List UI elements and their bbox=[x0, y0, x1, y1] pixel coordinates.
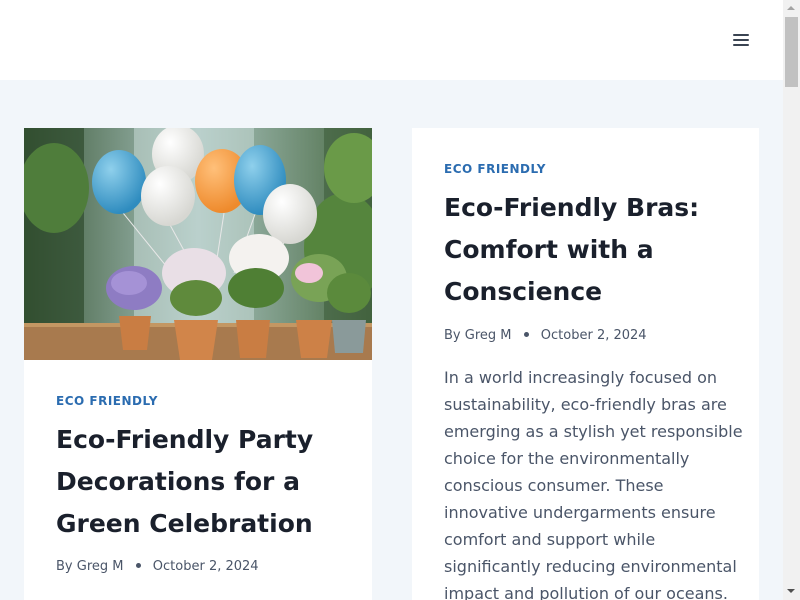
post-thumbnail-image[interactable] bbox=[24, 128, 372, 360]
post-title-line: Eco-Friendly Bras: bbox=[444, 193, 700, 222]
post-title-line: Decorations for a bbox=[56, 467, 300, 496]
post-card: ECO FRIENDLY Eco-Friendly Bras: Comfort … bbox=[412, 128, 759, 600]
post-title-line: Green Celebration bbox=[56, 509, 313, 538]
scroll-up-arrow-icon[interactable] bbox=[783, 0, 800, 17]
post-title-link[interactable]: Eco-Friendly Party Decorations for a Gre… bbox=[56, 419, 356, 545]
author-link[interactable]: Greg M bbox=[77, 559, 124, 574]
hamburger-menu-icon[interactable] bbox=[728, 28, 754, 54]
meta-separator-dot bbox=[523, 332, 529, 337]
vertical-scrollbar[interactable] bbox=[783, 0, 800, 600]
meta-separator-dot bbox=[135, 563, 141, 568]
menu-bar-line bbox=[733, 34, 749, 36]
excerpt-line: comfort and support while bbox=[444, 530, 656, 549]
excerpt-line: In a world increasingly focused on bbox=[444, 368, 718, 387]
post-date: October 2, 2024 bbox=[540, 328, 647, 343]
author-prefix: By bbox=[56, 559, 73, 574]
post-card: ECO FRIENDLY Eco-Friendly Party Decorati… bbox=[24, 128, 372, 600]
post-meta: By Greg M October 2, 2024 bbox=[56, 559, 259, 574]
post-title-link[interactable]: Eco-Friendly Bras: Comfort with a Consci… bbox=[444, 187, 744, 313]
scroll-down-arrow-icon[interactable] bbox=[783, 583, 800, 600]
post-title-line: Comfort with a bbox=[444, 235, 654, 264]
author-prefix: By bbox=[444, 328, 461, 343]
excerpt-line: conscious consumer. These bbox=[444, 476, 664, 495]
balloons-and-potted-flowers-photo bbox=[24, 128, 372, 360]
scrollbar-thumb[interactable] bbox=[785, 17, 798, 87]
post-title-line: Conscience bbox=[444, 277, 603, 306]
excerpt-line: significantly reducing environmental bbox=[444, 557, 737, 576]
excerpt-line: choice for the environmentally bbox=[444, 449, 690, 468]
excerpt-line: innovative undergarments ensure bbox=[444, 503, 716, 522]
excerpt-line: impact and pollution of our oceans. bbox=[444, 584, 728, 600]
post-title-line: Eco-Friendly Party bbox=[56, 425, 314, 454]
excerpt-line: emerging as a stylish yet responsible bbox=[444, 422, 743, 441]
post-meta: By Greg M October 2, 2024 bbox=[444, 328, 647, 343]
post-date: October 2, 2024 bbox=[152, 559, 259, 574]
post-category-link[interactable]: ECO FRIENDLY bbox=[56, 394, 158, 408]
post-category-link[interactable]: ECO FRIENDLY bbox=[444, 162, 546, 176]
site-header bbox=[0, 0, 783, 80]
post-excerpt: In a world increasingly focused on susta… bbox=[444, 364, 744, 600]
menu-bar-line bbox=[733, 44, 749, 46]
menu-bar-line bbox=[733, 39, 749, 41]
author-link[interactable]: Greg M bbox=[465, 328, 512, 343]
excerpt-line: sustainability, eco-friendly bras are bbox=[444, 395, 727, 414]
